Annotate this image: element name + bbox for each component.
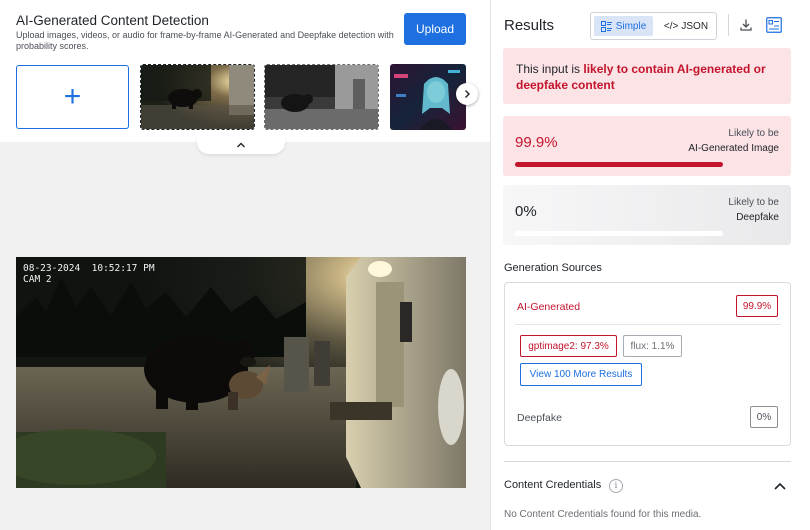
thumbnail-bear-gray[interactable]: [264, 64, 379, 130]
toolbar-divider: [728, 14, 729, 36]
deepfake-source-badge: 0%: [750, 406, 778, 428]
deepfake-source-label: Deepfake: [517, 412, 562, 424]
next-thumbnails-button[interactable]: [456, 83, 478, 105]
verdict-prefix: This input is: [516, 62, 584, 76]
upload-card: AI-Generated Content Detection Upload im…: [0, 0, 490, 142]
ai-generated-source-badge: 99.9%: [736, 295, 778, 317]
deepfake-progress-track: [515, 231, 723, 236]
plus-icon: +: [63, 80, 82, 113]
list-view-icon: [600, 20, 612, 32]
collapse-thumbnails-button[interactable]: [197, 136, 285, 154]
upload-button[interactable]: Upload: [404, 13, 466, 45]
thumbnail-image: [141, 65, 254, 129]
page-subtitle: Upload images, videos, or audio for fram…: [16, 30, 394, 51]
thumbnail-neon-portrait[interactable]: [390, 64, 466, 130]
json-view-button[interactable]: </> JSON: [657, 16, 715, 36]
preview-image: [16, 257, 466, 488]
layout-toggle-button[interactable]: [764, 15, 784, 35]
thumbnail-image: [265, 65, 378, 129]
deepfake-label: Deepfake: [736, 212, 779, 223]
thumbnail-bear-color[interactable]: [140, 64, 255, 130]
ai-generated-source-label: AI-Generated: [517, 301, 581, 313]
ai-generated-score-card: 99.9% Likely to be AI-Generated Image: [503, 116, 791, 176]
simple-view-button[interactable]: Simple: [594, 16, 653, 36]
camera-overlay: 08-23-2024 10:52:17 PM CAM 2: [23, 263, 155, 285]
media-preview: 08-23-2024 10:52:17 PM CAM 2: [16, 257, 466, 488]
download-button[interactable]: [736, 15, 756, 35]
chevron-right-icon: [465, 90, 470, 98]
ai-generated-progress-track: [515, 162, 723, 167]
ai-generated-progress-fill: [515, 162, 723, 167]
json-label: JSON: [681, 20, 709, 32]
upload-pane: AI-Generated Content Detection Upload im…: [0, 0, 490, 530]
chevron-up-icon: [774, 482, 786, 490]
results-title: Results: [504, 17, 555, 34]
verdict-banner: This input is likely to contain AI-gener…: [503, 48, 791, 104]
ai-generated-percent: 99.9%: [515, 134, 558, 151]
generation-sources-title: Generation Sources: [504, 262, 602, 274]
model-chip-flux: flux: 1.1%: [623, 335, 682, 357]
download-icon: [740, 19, 752, 31]
add-media-button[interactable]: +: [16, 65, 129, 129]
content-credentials-title: Content Credentials: [504, 479, 602, 491]
content-credentials-message: No Content Credentials found for this me…: [504, 509, 702, 520]
thumbnail-image: [390, 64, 466, 130]
deepfake-caption-top: Likely to be: [728, 197, 779, 208]
deepfake-caption: Likely to be Deepfake: [728, 195, 779, 225]
section-divider: [504, 461, 791, 462]
model-chip-gptimage2: gptimage2: 97.3%: [520, 335, 617, 357]
ai-generated-caption: Likely to be AI-Generated Image: [688, 126, 779, 156]
info-icon[interactable]: i: [609, 479, 623, 493]
content-credentials-collapse-button[interactable]: [772, 478, 788, 494]
layout-icon: [766, 17, 782, 33]
sources-divider: [515, 324, 781, 325]
page-title: AI-Generated Content Detection: [16, 13, 209, 28]
deepfake-score-card: 0% Likely to be Deepfake: [503, 185, 791, 245]
simple-label: Simple: [615, 20, 647, 32]
results-panel: Results Simple </> JSON This input is li…: [490, 0, 810, 530]
view-toggle: Simple </> JSON: [590, 12, 717, 40]
chevron-up-icon: [237, 142, 245, 148]
ai-generated-label: AI-Generated Image: [688, 143, 779, 154]
ai-generated-caption-top: Likely to be: [728, 128, 779, 139]
code-icon: </>: [663, 20, 679, 32]
camera-timestamp: 08-23-2024 10:52:17 PM: [23, 263, 155, 274]
view-more-results-button[interactable]: View 100 More Results: [520, 363, 642, 386]
generation-sources-card: AI-Generated 99.9% gptimage2: 97.3% flux…: [504, 282, 791, 446]
camera-label: CAM 2: [23, 274, 52, 285]
deepfake-percent: 0%: [515, 203, 537, 220]
